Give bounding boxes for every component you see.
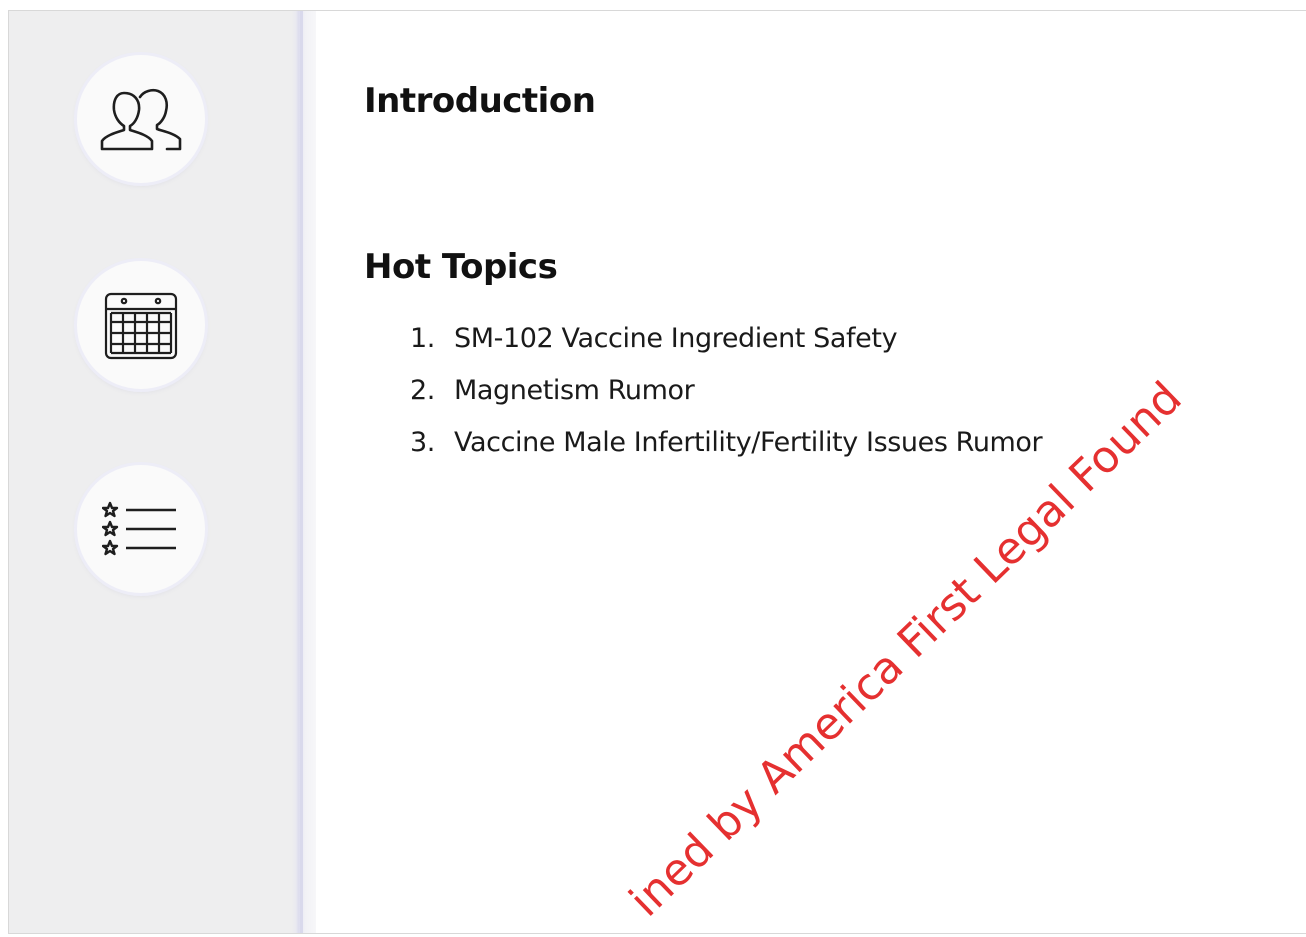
starred-list-icon [102,501,180,557]
list-item-number: 3. [410,427,435,458]
list-item-number: 1. [410,323,435,354]
main-content: Introduction Hot Topics 1. SM-102 Vaccine… [316,11,1306,933]
sidebar [9,11,292,933]
list-item-number: 2. [410,375,435,406]
list-item-text: Vaccine Male Infertility/Fertility Issue… [454,427,1043,458]
list-item: 2. Magnetism Rumor [410,365,1042,417]
calendar-icon [103,289,179,361]
list-item-text: SM-102 Vaccine Ingredient Safety [454,323,898,354]
people-icon-button[interactable] [77,55,205,183]
hot-topics-list: 1. SM-102 Vaccine Ingredient Safety 2. Mag… [410,313,1043,469]
list-item: 3. Vaccine Male Infertility/Fertility Iss… [410,417,1043,469]
list-item: 1. SM-102 Vaccine Ingredient Safety [410,313,1042,365]
starred-list-icon-button[interactable] [77,465,205,593]
list-item-text: Magnetism Rumor [454,375,695,406]
slide: Introduction Hot Topics 1. SM-102 Vaccine… [8,10,1306,934]
hot-topics-heading: Hot Topics [364,247,558,287]
introduction-heading: Introduction [364,81,596,121]
calendar-icon-button[interactable] [77,261,205,389]
people-icon [100,87,182,151]
sidebar-divider [292,11,316,933]
